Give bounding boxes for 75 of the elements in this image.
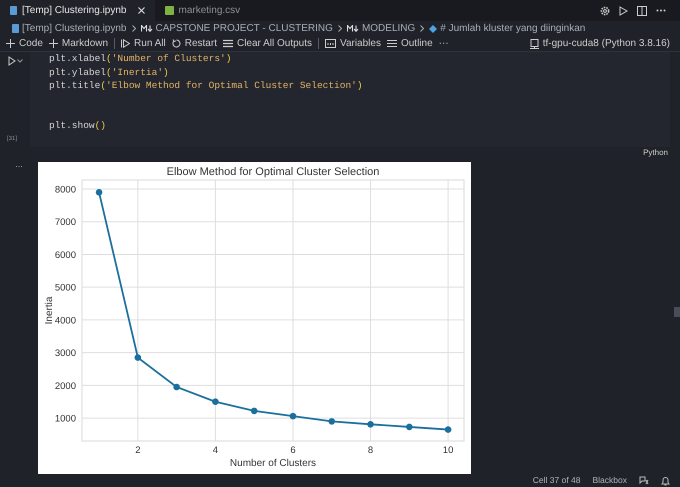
- play-icon: [8, 56, 16, 66]
- data-point: [444, 426, 452, 434]
- chevron-right-icon: [420, 25, 424, 32]
- y-tick-label: 6000: [54, 250, 76, 262]
- plus-icon: [6, 39, 15, 48]
- y-tick-label: 8000: [54, 184, 76, 196]
- breadcrumb-item[interactable]: MODELING: [346, 21, 416, 36]
- kernel-selector[interactable]: tf-gpu-cuda8 (Python 3.8.16): [530, 36, 670, 51]
- y-tick-label: 7000: [54, 217, 76, 228]
- list-icon: [386, 39, 397, 48]
- y-tick-label: 2000: [54, 381, 76, 392]
- data-point: [290, 413, 296, 420]
- toolbar-button[interactable]: Restart: [172, 36, 217, 51]
- y-tick-label: 5000: [54, 282, 76, 294]
- chart-title: Elbow Method for Optimal Cluster Selection: [166, 166, 380, 178]
- toolbar-button[interactable]: Clear All Outputs: [222, 36, 312, 51]
- more-button[interactable]: ···: [438, 36, 449, 51]
- data-point: [328, 418, 336, 425]
- code-line: plt.ylabel('Inertia'): [49, 66, 169, 80]
- play-icon[interactable]: [619, 6, 628, 16]
- data-point: [212, 398, 219, 406]
- output-menu-marker[interactable]: ...: [15, 160, 23, 474]
- data-point: [367, 421, 374, 428]
- diamond-icon: [429, 24, 438, 32]
- markdown-icon: [346, 25, 359, 32]
- toolbar-button[interactable]: Code: [6, 36, 43, 51]
- restart-icon: [172, 39, 181, 48]
- close-icon[interactable]: [138, 7, 144, 14]
- x-tick-label: 4: [212, 445, 218, 456]
- toolbar-button[interactable]: Outline: [386, 36, 433, 51]
- y-tick-label: 4000: [54, 316, 76, 327]
- x-tick-label: 8: [368, 445, 374, 456]
- toolbar-button[interactable]: Markdown: [48, 36, 108, 51]
- y-axis-title: Inertia: [44, 296, 55, 325]
- editor-tab[interactable]: [Temp] Clustering.ipynb: [0, 0, 154, 21]
- feedback-icon[interactable]: [639, 476, 649, 486]
- y-tick-label: 3000: [54, 348, 76, 360]
- code-line: plt.show(): [49, 118, 106, 132]
- toolbar-button[interactable]: Run All: [121, 36, 166, 51]
- split-editor-icon[interactable]: [637, 6, 647, 16]
- breadcrumb-item[interactable]: [Temp] Clustering.ipynb: [12, 21, 126, 36]
- run-all-icon: [121, 39, 130, 48]
- extension-status[interactable]: Blackbox: [592, 474, 627, 487]
- toolbar-button[interactable]: Variables: [325, 36, 381, 51]
- chevron-right-icon: [132, 25, 136, 32]
- variables-icon: [325, 39, 336, 48]
- table-file-icon: [164, 6, 174, 15]
- cell-position-status[interactable]: Cell 37 of 48: [532, 474, 580, 487]
- bell-icon[interactable]: [661, 476, 670, 486]
- x-tick-label: 6: [290, 445, 296, 456]
- scrollbar-thumb[interactable]: [674, 306, 680, 317]
- breadcrumb-item[interactable]: # Jumlah kluster yang diinginkan: [429, 21, 586, 36]
- markdown-icon: [140, 25, 152, 32]
- data-point: [96, 189, 102, 196]
- code-cell-editor[interactable]: plt.xlabel('Number of Clusters') plt.ylabel('Inertia') plt.title('Elbow Method for Optimal Cluster Selection') plt.show(): [30, 52, 670, 148]
- data-point: [250, 408, 258, 414]
- y-tick-label: 1000: [54, 414, 76, 425]
- x-tick-label: 2: [135, 445, 140, 456]
- clear-outputs-icon: [222, 39, 233, 48]
- data-point: [134, 354, 142, 362]
- settings-icon[interactable]: [600, 6, 610, 16]
- code-line: plt.title('Elbow Method for Optimal Cluster Selection'): [49, 79, 363, 93]
- breadcrumb-item[interactable]: CAPSTONE PROJECT - CLUSTERING: [140, 21, 333, 36]
- code-line: plt.xlabel('Number of Clusters'): [49, 52, 232, 66]
- server-icon: [530, 38, 539, 48]
- x-axis-title: Number of Clusters: [230, 458, 316, 470]
- run-cell-button[interactable]: [8, 56, 22, 66]
- cell-language-label[interactable]: Python: [643, 147, 668, 160]
- chevron-down-icon: [16, 59, 22, 64]
- data-point: [406, 424, 413, 430]
- x-tick-label: 10: [442, 445, 454, 456]
- plus-icon: [48, 39, 58, 48]
- more-icon[interactable]: [656, 9, 666, 12]
- data-point: [173, 384, 180, 391]
- chevron-right-icon: [338, 25, 342, 32]
